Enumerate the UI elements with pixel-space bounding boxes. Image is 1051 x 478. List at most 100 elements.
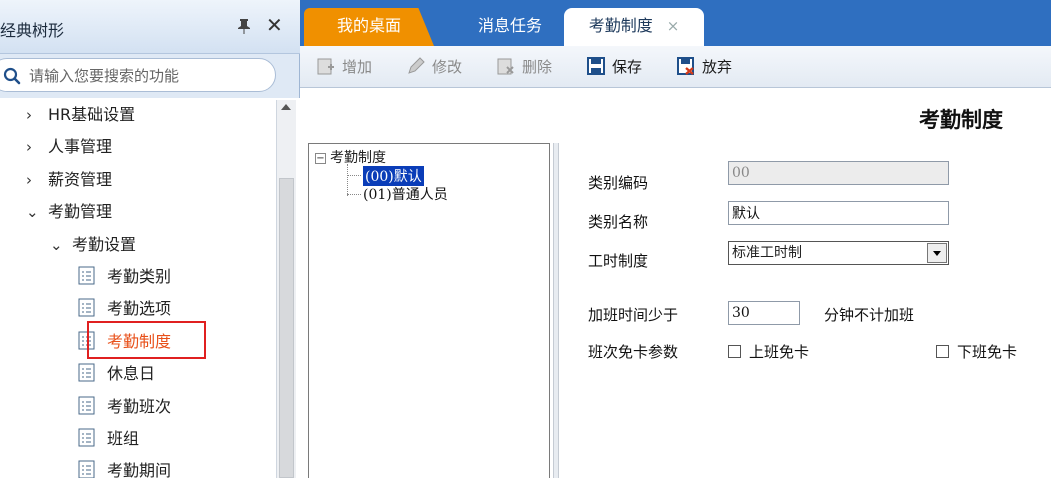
work-hour-system-select[interactable]: 标准工时制 [728, 241, 949, 265]
search-input[interactable] [29, 65, 265, 87]
scroll-thumb[interactable] [279, 178, 294, 478]
sidebar-item-personnel[interactable]: › 人事管理 [26, 133, 112, 161]
sidebar-item-team[interactable]: 班组 [78, 425, 139, 453]
search-box[interactable] [0, 58, 276, 92]
chevron-right-icon: › [26, 171, 32, 189]
overtime-suffix: 分钟不计加班 [824, 306, 915, 324]
on-duty-exempt-checkbox[interactable]: 上班免卡 [728, 341, 809, 362]
document-list-icon [78, 266, 95, 285]
overtime-label: 加班时间少于 [588, 306, 679, 324]
sidebar-scrollbar[interactable] [276, 100, 296, 478]
checkbox-icon[interactable] [936, 345, 949, 358]
discard-label: 放弃 [702, 58, 733, 76]
save-button[interactable]: 保存 [586, 54, 642, 80]
sidebar-item-label: 考勤管理 [48, 202, 113, 221]
sidebar-item-attendance-options[interactable]: 考勤选项 [78, 295, 171, 323]
sidebar-item-payroll[interactable]: › 薪资管理 [26, 166, 112, 194]
collapse-icon[interactable]: − [315, 153, 326, 164]
tree-item-default[interactable]: (00)默认 [363, 166, 424, 186]
add-label: 增加 [342, 58, 373, 76]
add-icon [317, 58, 334, 75]
sidebar-item-attendance-period[interactable]: 考勤期间 [78, 457, 171, 478]
sidebar-item-label: 休息日 [107, 364, 156, 383]
tab-bar: 我的桌面 消息任务 考勤制度 × [300, 0, 1051, 46]
chevron-down-icon: ⌄ [26, 203, 39, 221]
sidebar-item-label: 考勤设置 [72, 235, 137, 254]
tree-item-regular-staff[interactable]: (01)普通人员 [363, 184, 448, 204]
discard-icon [677, 57, 694, 75]
pin-icon[interactable] [235, 17, 253, 35]
checkbox-icon[interactable] [728, 345, 741, 358]
document-list-icon [78, 396, 95, 415]
pencil-icon [408, 57, 425, 74]
save-label: 保存 [612, 58, 643, 76]
sidebar-item-label: 考勤选项 [107, 299, 172, 318]
sidebar-item-label: 考勤制度 [107, 332, 172, 351]
close-icon[interactable]: × [667, 8, 680, 44]
overtime-minutes-field[interactable] [728, 301, 800, 325]
sidebar-item-label: 人事管理 [48, 137, 113, 156]
document-list-icon [78, 298, 95, 317]
document-list-icon [78, 363, 95, 382]
sidebar-item-label: 考勤期间 [107, 461, 172, 478]
system-label: 工时制度 [588, 252, 649, 270]
on-duty-exempt-label: 上班免卡 [749, 343, 810, 361]
sidebar-item-label: HR基础设置 [48, 105, 136, 124]
toolbar: 增加 修改 删除 保存 放弃 [300, 46, 1051, 88]
card-exempt-label: 班次免卡参数 [588, 343, 679, 361]
document-list-icon [78, 331, 95, 350]
sidebar: 经典树形 ✕ › HR基础设置 › 人事管理 › 薪资管理 ⌄ 考勤管理 ⌄ 考勤设置 考… [0, 0, 300, 478]
document-list-icon [78, 460, 95, 478]
tree-connector [347, 164, 348, 196]
sidebar-item-shifts[interactable]: 考勤班次 [78, 393, 171, 421]
delete-button[interactable]: 删除 [496, 54, 552, 80]
off-duty-exempt-label: 下班免卡 [957, 343, 1018, 361]
sidebar-item-hr-basic[interactable]: › HR基础设置 [26, 101, 135, 129]
save-icon [587, 57, 605, 75]
off-duty-exempt-checkbox[interactable]: 下班免卡 [936, 341, 1017, 362]
splitter[interactable] [553, 143, 559, 478]
sidebar-item-attendance-category[interactable]: 考勤类别 [78, 263, 171, 291]
code-label: 类别编码 [588, 174, 649, 192]
sidebar-item-attendance[interactable]: ⌄ 考勤管理 [26, 198, 112, 226]
name-label: 类别名称 [588, 213, 649, 231]
sidebar-item-rest-day[interactable]: 休息日 [78, 360, 155, 388]
sidebar-item-attendance-system[interactable]: 考勤制度 [78, 328, 171, 356]
delete-label: 删除 [522, 58, 553, 76]
tree-connector [347, 194, 361, 195]
tab-my-desktop[interactable]: 我的桌面 [304, 8, 434, 46]
chevron-right-icon: › [26, 138, 32, 156]
sidebar-header: 经典树形 ✕ [0, 0, 300, 54]
search-icon [3, 67, 21, 85]
tab-messages[interactable]: 消息任务 [440, 8, 580, 46]
tree-connector [347, 175, 361, 176]
code-field[interactable] [728, 161, 949, 185]
chevron-down-icon: ⌄ [50, 236, 63, 254]
discard-button[interactable]: 放弃 [676, 54, 732, 80]
tab-label: 考勤制度 [588, 16, 653, 35]
tab-attendance-system[interactable]: 考勤制度 × [564, 8, 704, 46]
sidebar-title: 经典树形 [0, 21, 65, 40]
add-button[interactable]: 增加 [316, 54, 372, 80]
category-tree: − 考勤制度 (00)默认 (01)普通人员 [308, 143, 550, 478]
tree-root[interactable]: − 考勤制度 [315, 147, 386, 167]
tree-root-label: 考勤制度 [330, 150, 386, 166]
chevron-down-icon[interactable] [927, 243, 947, 263]
select-value: 标准工时制 [732, 245, 802, 261]
sidebar-item-label: 考勤班次 [107, 397, 172, 416]
edit-label: 修改 [432, 58, 463, 76]
page-title: 考勤制度 [919, 108, 1003, 132]
scroll-up-icon[interactable] [281, 104, 291, 110]
name-field[interactable] [728, 201, 949, 225]
chevron-right-icon: › [26, 106, 32, 124]
document-list-icon [78, 428, 95, 447]
sidebar-item-label: 班组 [107, 429, 140, 448]
sidebar-item-label: 薪资管理 [48, 170, 113, 189]
close-icon[interactable]: ✕ [266, 14, 283, 36]
edit-button[interactable]: 修改 [406, 54, 462, 80]
sidebar-item-label: 考勤类别 [107, 267, 172, 286]
nav-tree: › HR基础设置 › 人事管理 › 薪资管理 ⌄ 考勤管理 ⌄ 考勤设置 考勤类别 考勤选… [0, 98, 300, 478]
content-area: 考勤制度 −考勤制度 (00)默认 (01)普通人员 类别编码 类别名称 工时制… [300, 88, 1051, 478]
sidebar-item-attendance-settings[interactable]: ⌄ 考勤设置 [50, 231, 136, 259]
tab-label: 我的桌面 [336, 16, 401, 35]
